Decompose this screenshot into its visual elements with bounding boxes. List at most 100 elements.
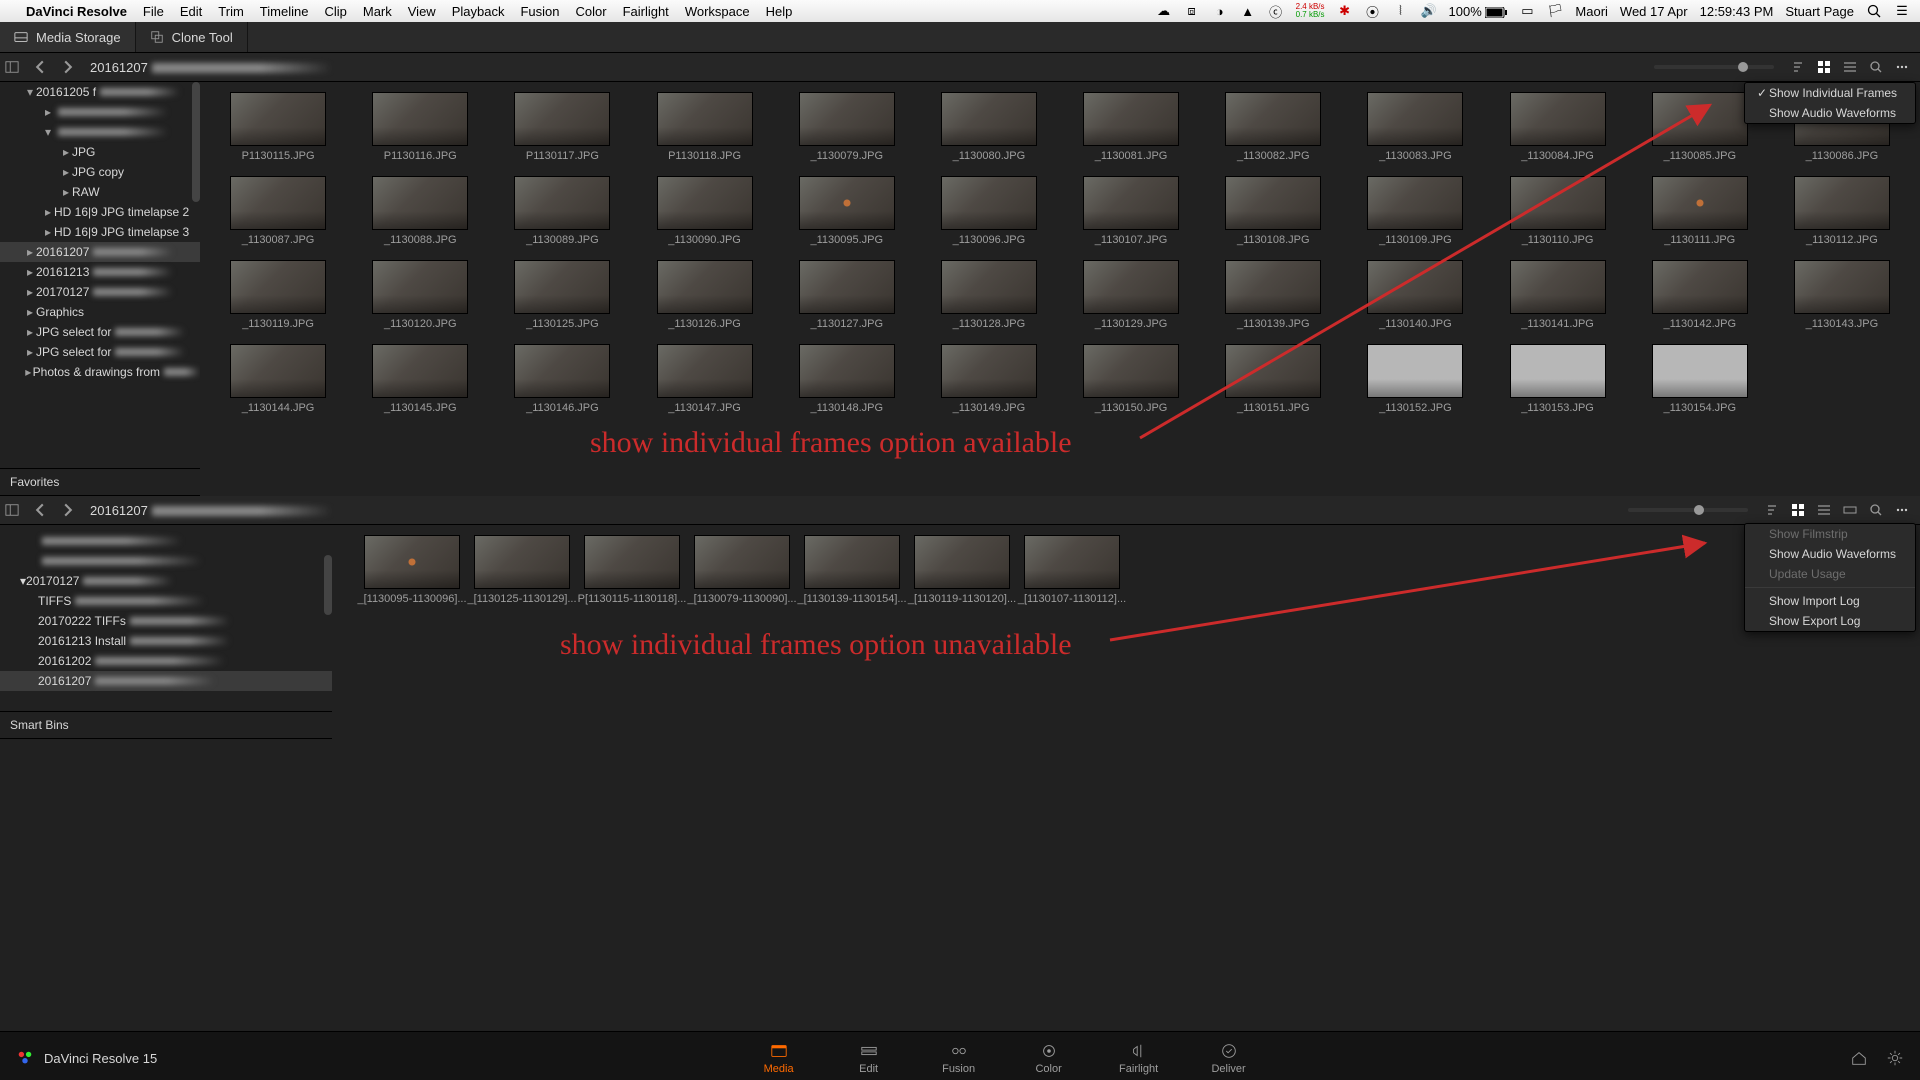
thumbnail[interactable]: P1130117.JPG	[496, 92, 628, 162]
menubar-time[interactable]: 12:59:43 PM	[1700, 4, 1774, 19]
bin-item[interactable]	[0, 531, 332, 551]
menu-playback[interactable]: Playback	[452, 4, 505, 19]
notification-center-icon[interactable]: ☰	[1894, 3, 1910, 19]
thumbnail[interactable]: _1130146.JPG	[496, 344, 628, 414]
menu-show-audio-waveforms[interactable]: Show Audio Waveforms	[1745, 103, 1915, 123]
page-deliver[interactable]: Deliver	[1184, 1042, 1274, 1075]
menu-fusion[interactable]: Fusion	[520, 4, 559, 19]
thumbnail[interactable]: _1130083.JPG	[1349, 92, 1481, 162]
bin-item[interactable]	[0, 551, 332, 571]
thumbnail[interactable]: _1130120.JPG	[354, 260, 486, 330]
thumbnail-zoom-slider[interactable]	[1654, 65, 1774, 69]
nav-back-button[interactable]	[28, 498, 52, 522]
page-edit[interactable]: Edit	[824, 1042, 914, 1075]
status-icon[interactable]: ▲	[1240, 3, 1256, 19]
thumbnail[interactable]: P[1130115-1130118]...	[582, 535, 682, 605]
app-menu[interactable]: DaVinci Resolve	[26, 4, 127, 19]
filmstrip-view-button[interactable]	[1838, 498, 1862, 522]
list-view-button[interactable]	[1812, 498, 1836, 522]
thumbnail[interactable]: _1130148.JPG	[781, 344, 913, 414]
media-storage-tab[interactable]: Media Storage	[0, 22, 136, 52]
status-icon[interactable]: ⦿	[1365, 3, 1381, 19]
panel-layout-toggle[interactable]	[0, 55, 24, 79]
thumbnail[interactable]: _1130125.JPG	[496, 260, 628, 330]
menu-clip[interactable]: Clip	[324, 4, 346, 19]
thumbnail[interactable]: _1130143.JPG	[1776, 260, 1908, 330]
thumbnail[interactable]: P1130115.JPG	[212, 92, 344, 162]
bin-item[interactable]: 20161213 Install	[0, 631, 332, 651]
tree-item[interactable]: ▸JPG select for	[0, 322, 200, 342]
thumbnail[interactable]: _1130090.JPG	[639, 176, 771, 246]
tree-item[interactable]: ▸20161207	[0, 242, 200, 262]
thumbnail[interactable]: _[1130095-1130096]...	[362, 535, 462, 605]
search-button[interactable]	[1864, 55, 1888, 79]
menu-color[interactable]: Color	[575, 4, 606, 19]
thumbnail[interactable]: _1130107.JPG	[1065, 176, 1197, 246]
tree-item[interactable]: ▸HD 16|9 JPG timelapse 2	[0, 202, 200, 222]
bin-item[interactable]: ▾ 20170127	[0, 571, 332, 591]
tree-item[interactable]: ▸Photos & drawings from	[0, 362, 200, 382]
thumbnail[interactable]: _1130089.JPG	[496, 176, 628, 246]
thumbnail[interactable]: _1130144.JPG	[212, 344, 344, 414]
menu-edit[interactable]: Edit	[180, 4, 202, 19]
thumbnail[interactable]: P1130118.JPG	[639, 92, 771, 162]
nav-back-button[interactable]	[28, 55, 52, 79]
volume-icon[interactable]: 🔊	[1421, 3, 1437, 19]
tree-item[interactable]: ▸	[0, 102, 200, 122]
menu-mark[interactable]: Mark	[363, 4, 392, 19]
menu-show-audio-waveforms[interactable]: Show Audio Waveforms	[1745, 544, 1915, 564]
thumbnail[interactable]: _1130095.JPG	[781, 176, 913, 246]
page-media[interactable]: Media	[734, 1042, 824, 1075]
thumbnail[interactable]: _1130111.JPG	[1634, 176, 1766, 246]
list-view-button[interactable]	[1838, 55, 1862, 79]
thumbnail[interactable]: _1130087.JPG	[212, 176, 344, 246]
tree-item[interactable]: ▸20161213	[0, 262, 200, 282]
close-icon[interactable]: ✱	[1337, 3, 1353, 19]
nav-forward-button[interactable]	[56, 55, 80, 79]
thumbnail[interactable]: _1130140.JPG	[1349, 260, 1481, 330]
menu-show-individual-frames[interactable]: ✓Show Individual Frames	[1745, 83, 1915, 103]
scrollbar[interactable]	[324, 555, 332, 615]
tree-item[interactable]: ▾20161205 f	[0, 82, 200, 102]
thumbnail[interactable]: _1130082.JPG	[1207, 92, 1339, 162]
thumbnail[interactable]: _1130154.JPG	[1634, 344, 1766, 414]
thumbnail[interactable]: _1130108.JPG	[1207, 176, 1339, 246]
sort-button[interactable]	[1760, 498, 1784, 522]
thumbnail-view-button[interactable]	[1786, 498, 1810, 522]
tree-item[interactable]: ▸RAW	[0, 182, 200, 202]
menu-view[interactable]: View	[408, 4, 436, 19]
thumbnail[interactable]: _[1130125-1130129]...	[472, 535, 572, 605]
home-button[interactable]	[1850, 1049, 1868, 1067]
sort-button[interactable]	[1786, 55, 1810, 79]
tree-item[interactable]: ▸20170127	[0, 282, 200, 302]
thumbnail[interactable]: _1130149.JPG	[923, 344, 1055, 414]
menu-fairlight[interactable]: Fairlight	[623, 4, 669, 19]
thumbnail[interactable]: _1130096.JPG	[923, 176, 1055, 246]
options-menu-button[interactable]	[1890, 498, 1914, 522]
options-menu-button[interactable]	[1890, 55, 1914, 79]
flag-icon[interactable]: 🏳	[1547, 3, 1563, 19]
panel-layout-toggle[interactable]	[0, 498, 24, 522]
menu-trim[interactable]: Trim	[218, 4, 244, 19]
status-icon[interactable]: ☁	[1156, 3, 1172, 19]
menubar-user[interactable]: Stuart Page	[1785, 4, 1854, 19]
bin-item[interactable]: 20161202	[0, 651, 332, 671]
thumbnail[interactable]: _1130079.JPG	[781, 92, 913, 162]
breadcrumb[interactable]: 20161207	[90, 503, 332, 518]
thumbnail[interactable]: _1130084.JPG	[1492, 92, 1624, 162]
bin-item[interactable]: 20161207	[0, 671, 332, 691]
battery-status[interactable]: 100%	[1449, 4, 1508, 19]
thumbnail[interactable]: _1130080.JPG	[923, 92, 1055, 162]
nav-forward-button[interactable]	[56, 498, 80, 522]
dropbox-icon[interactable]: ⧈	[1184, 3, 1200, 19]
bin-item[interactable]: 20170222 TIFFs	[0, 611, 332, 631]
status-icon[interactable]: ◑	[1212, 3, 1228, 19]
breadcrumb[interactable]: 20161207	[90, 60, 332, 75]
settings-button[interactable]	[1886, 1049, 1904, 1067]
thumbnail[interactable]: _1130109.JPG	[1349, 176, 1481, 246]
menu-show-import-log[interactable]: Show Import Log	[1745, 591, 1915, 611]
project-indicator[interactable]: DaVinci Resolve 15	[0, 1049, 157, 1067]
tree-item[interactable]: ▾	[0, 122, 200, 142]
search-button[interactable]	[1864, 498, 1888, 522]
thumbnail[interactable]: _1130119.JPG	[212, 260, 344, 330]
